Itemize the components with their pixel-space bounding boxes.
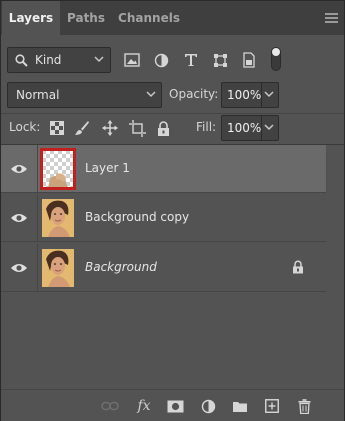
lock-artboard-icon[interactable]	[127, 118, 147, 138]
search-icon	[15, 54, 28, 67]
visibility-toggle[interactable]	[1, 244, 38, 292]
tab-paths[interactable]: Paths	[61, 1, 111, 35]
adjustment-filter-icon[interactable]	[151, 50, 171, 70]
delete-icon[interactable]	[294, 397, 314, 415]
eye-icon	[11, 165, 27, 173]
panel-menu-icon[interactable]	[325, 13, 338, 23]
fill-label: Fill:	[196, 120, 217, 134]
layer-thumbnail	[40, 148, 76, 190]
filter-kind-select[interactable]: Kind	[7, 47, 111, 73]
chevron-down-icon[interactable]	[264, 91, 274, 98]
panel-tab-bar: Layers Paths Channels	[1, 1, 344, 35]
fx-icon[interactable]: fx	[134, 397, 154, 415]
lock-position-icon[interactable]	[100, 118, 120, 138]
visibility-toggle[interactable]	[1, 145, 38, 193]
layer-lock-icon	[292, 260, 304, 277]
layer-thumbnail	[42, 199, 74, 237]
lock-transparent-pixels-icon[interactable]	[47, 118, 67, 138]
chevron-down-icon[interactable]	[264, 124, 274, 131]
chevron-down-icon	[146, 91, 156, 98]
fill-field[interactable]: 100%	[221, 115, 279, 141]
shape-filter-icon[interactable]	[210, 50, 230, 70]
tab-layers[interactable]: Layers	[2, 1, 60, 35]
layer-name[interactable]: Background	[85, 260, 157, 274]
layer-row-background[interactable]: Background	[1, 244, 326, 292]
smart-object-filter-icon[interactable]	[239, 50, 259, 70]
layer-thumbnail	[42, 249, 74, 287]
lock-label: Lock:	[9, 120, 41, 134]
opacity-label: Opacity:	[169, 87, 219, 101]
filter-toggle[interactable]	[271, 47, 281, 71]
opacity-field[interactable]: 100%	[221, 82, 279, 108]
new-layer-icon[interactable]	[262, 397, 282, 415]
layer-name[interactable]: Background copy	[85, 210, 189, 224]
new-group-icon[interactable]	[230, 397, 250, 415]
adjustment-layer-icon[interactable]	[198, 397, 218, 415]
tab-channels[interactable]: Channels	[115, 1, 183, 35]
chevron-down-icon	[94, 56, 104, 63]
layer-name[interactable]: Layer 1	[85, 161, 130, 175]
fill-value: 100%	[227, 121, 262, 135]
layer-row-layer-1[interactable]: Layer 1	[1, 145, 326, 193]
pixel-filter-icon[interactable]	[122, 50, 142, 70]
link-icon[interactable]	[100, 397, 120, 415]
opacity-value: 100%	[227, 88, 262, 102]
layers-footer: fx	[1, 389, 344, 421]
type-filter-icon[interactable]	[181, 50, 201, 70]
layer-row-background-copy[interactable]: Background copy	[1, 194, 326, 242]
blend-mode-select[interactable]: Normal	[7, 82, 162, 108]
layers-panel: Layers Paths Channels Kind Normal Opacit…	[0, 0, 345, 421]
add-mask-icon[interactable]	[165, 397, 185, 415]
visibility-toggle[interactable]	[1, 194, 38, 242]
eye-icon	[11, 264, 27, 272]
lock-all-icon[interactable]	[153, 118, 173, 138]
eye-icon	[11, 214, 27, 222]
layers-scrollbar[interactable]	[326, 145, 344, 389]
divider	[1, 113, 344, 114]
blend-mode-value: Normal	[16, 88, 60, 102]
filter-kind-label: Kind	[35, 53, 62, 67]
lock-image-pixels-icon[interactable]	[72, 118, 92, 138]
